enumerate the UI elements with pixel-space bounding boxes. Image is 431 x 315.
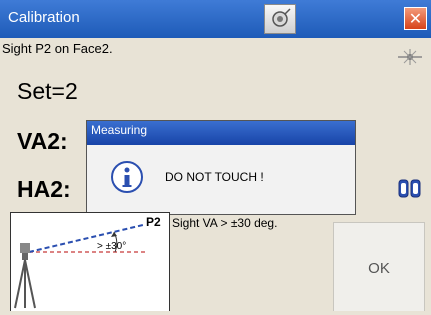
measuring-dialog: Measuring DO NOT TOUCH ! [86, 120, 356, 215]
diagram-point-label: P2 [146, 215, 161, 229]
battery-icon [398, 179, 421, 198]
set-label: Set=2 [17, 78, 78, 104]
window-title: Calibration [8, 9, 80, 26]
dialog-title: Measuring [87, 121, 355, 145]
diagram-angle-label: > ±30° [97, 241, 127, 252]
sight-hint-text: Sight VA > ±30 deg. [172, 216, 278, 230]
target-prism-icon[interactable] [264, 4, 296, 34]
close-icon: ✕ [408, 9, 423, 28]
close-button[interactable]: ✕ [404, 7, 427, 30]
sight-diagram: P2 > ±30° [10, 212, 170, 311]
info-icon [111, 161, 143, 193]
dialog-message: DO NOT TOUCH ! [165, 170, 264, 184]
title-bar: Calibration ✕ [0, 0, 431, 38]
sun-icon [398, 49, 422, 65]
ok-button[interactable]: OK [333, 222, 425, 311]
instruction-text: Sight P2 on Face2. [2, 41, 113, 56]
ha-label: HA2: [17, 176, 71, 202]
va-label: VA2: [17, 128, 68, 154]
